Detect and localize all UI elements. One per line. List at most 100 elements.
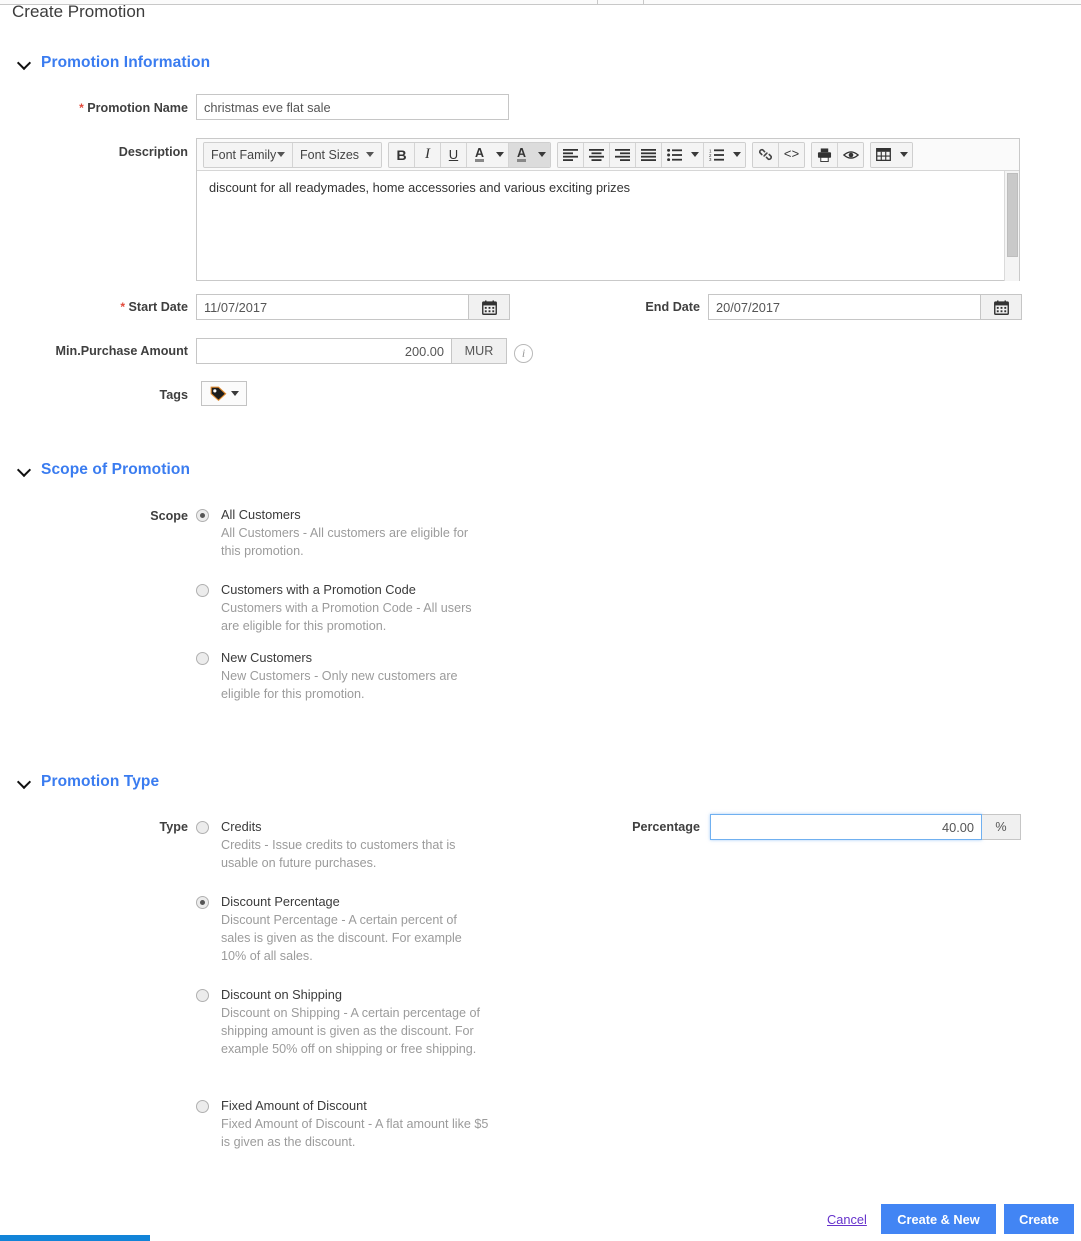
min-purchase-amount-label: Min.Purchase Amount — [55, 344, 188, 358]
section-header-scope-of-promotion[interactable]: Scope of Promotion — [18, 461, 190, 479]
background-color-glyph: A — [516, 145, 527, 162]
table-dropdown[interactable] — [896, 142, 912, 167]
percentage-label: Percentage — [632, 820, 700, 834]
chevron-down-icon — [18, 56, 32, 70]
radio-description: Credits - Issue credits to customers tha… — [221, 838, 456, 870]
radio-description: Discount on Shipping - A certain percent… — [221, 1006, 481, 1056]
end-date-input[interactable] — [708, 294, 981, 320]
link-icon[interactable] — [753, 142, 778, 167]
svg-text:3: 3 — [709, 157, 712, 161]
chevron-down-icon — [18, 775, 32, 789]
background-color-button[interactable]: A — [509, 142, 534, 167]
source-code-icon[interactable]: <> — [779, 142, 804, 167]
editor-scrollbar-thumb[interactable] — [1007, 173, 1018, 257]
radio-button-indicator[interactable] — [196, 821, 209, 834]
start-date-label: * Start Date — [40, 300, 188, 314]
radio-button-indicator[interactable] — [196, 652, 209, 665]
end-date-calendar-button[interactable] — [981, 294, 1022, 320]
preview-eye-icon[interactable] — [838, 142, 863, 167]
description-text: discount for all readymades, home access… — [209, 180, 631, 195]
promotion-type-label: Type — [159, 820, 188, 834]
radio-button-indicator[interactable] — [196, 584, 209, 597]
end-date-label: End Date — [645, 300, 700, 314]
table-icon[interactable] — [871, 142, 896, 167]
text-format-group: B I U A A — [388, 141, 551, 168]
radio-description: All Customers - All customers are eligib… — [221, 526, 469, 558]
start-date-label-text: Start Date — [128, 300, 189, 314]
font-family-label: Font Family — [211, 147, 277, 162]
radio-button-indicator[interactable] — [196, 1100, 209, 1113]
radio-description: Customers with a Promotion Code - All us… — [221, 601, 472, 633]
chevron-down-icon — [733, 152, 741, 157]
calendar-icon — [993, 299, 1009, 315]
chevron-down-icon — [366, 152, 374, 157]
radio-button-indicator[interactable] — [196, 989, 209, 1002]
min-purchase-amount-input[interactable] — [196, 338, 452, 364]
tags-dropdown-button[interactable] — [201, 381, 247, 406]
radio-title: Discount Percentage — [221, 894, 340, 909]
font-family-select[interactable]: Font Family — [204, 142, 292, 167]
output-group — [811, 141, 864, 168]
radio-description: New Customers - Only new customers are e… — [221, 669, 458, 701]
insert-group: <> — [752, 141, 805, 168]
align-right-icon[interactable] — [610, 142, 635, 167]
page-loading-progress-bar — [0, 1235, 150, 1241]
section-header-promotion-type[interactable]: Promotion Type — [18, 773, 159, 791]
description-label: Description — [118, 145, 188, 159]
section-header-promotion-information[interactable]: Promotion Information — [18, 54, 210, 72]
font-selectors-group: Font Family Font Sizes — [203, 141, 382, 168]
align-justify-icon[interactable] — [636, 142, 661, 167]
required-asterisk: * — [79, 101, 84, 115]
cancel-button[interactable]: Cancel — [827, 1212, 867, 1227]
print-icon[interactable] — [812, 142, 837, 167]
calendar-icon — [481, 299, 497, 315]
radio-title: Discount on Shipping — [221, 987, 342, 1002]
radio-title: New Customers — [221, 650, 313, 665]
section-title-promotion-type: Promotion Type — [41, 773, 160, 790]
radio-title: Fixed Amount of Discount — [221, 1098, 367, 1113]
bullet-list-dropdown[interactable] — [687, 142, 703, 167]
bullet-list-icon[interactable] — [662, 142, 687, 167]
tag-icon — [210, 386, 226, 401]
align-left-icon[interactable] — [558, 142, 583, 167]
underline-button[interactable]: U — [441, 142, 466, 167]
align-center-icon[interactable] — [584, 142, 609, 167]
tags-label: Tags — [159, 388, 188, 402]
section-title-scope-of-promotion: Scope of Promotion — [41, 461, 191, 478]
background-color-dropdown[interactable] — [534, 142, 550, 167]
radio-description: Fixed Amount of Discount - A flat amount… — [221, 1117, 489, 1149]
start-date-calendar-button[interactable] — [469, 294, 510, 320]
chevron-down-icon — [230, 391, 239, 396]
text-color-button[interactable]: A — [467, 142, 492, 167]
chevron-down-icon — [900, 152, 908, 157]
radio-title: All Customers — [221, 507, 301, 522]
create-button[interactable]: Create — [1004, 1204, 1074, 1234]
description-editor-body[interactable]: discount for all readymades, home access… — [197, 171, 1019, 281]
numbered-list-dropdown[interactable] — [729, 142, 745, 167]
chevron-down-icon — [277, 152, 285, 157]
percentage-input[interactable] — [710, 814, 982, 840]
create-and-new-button[interactable]: Create & New — [881, 1204, 996, 1234]
chevron-down-icon — [691, 152, 699, 157]
bold-button[interactable]: B — [389, 142, 414, 167]
table-group — [870, 141, 913, 168]
editor-scrollbar[interactable] — [1004, 171, 1019, 281]
font-size-select[interactable]: Font Sizes — [293, 142, 381, 167]
promotion-name-label: * Promotion Name — [40, 101, 188, 115]
tab-divider-1 — [597, 0, 598, 5]
text-color-dropdown[interactable] — [492, 142, 508, 167]
section-title-promotion-information: Promotion Information — [41, 54, 211, 71]
currency-addon: MUR — [452, 338, 507, 364]
info-icon[interactable]: i — [514, 344, 533, 363]
browser-tab-strip — [0, 0, 1081, 5]
start-date-input[interactable] — [196, 294, 469, 320]
page-title: Create Promotion — [12, 2, 146, 21]
radio-button-indicator[interactable] — [196, 509, 209, 522]
radio-description: Discount Percentage - A certain percent … — [221, 913, 462, 963]
radio-title: Credits — [221, 819, 262, 834]
radio-button-indicator[interactable] — [196, 896, 209, 909]
italic-button[interactable]: I — [415, 142, 440, 167]
editor-toolbar: Font Family Font Sizes B I U A A 1 2 3 <… — [197, 139, 1019, 171]
promotion-name-input[interactable] — [196, 94, 509, 120]
numbered-list-icon[interactable]: 1 2 3 — [704, 142, 729, 167]
